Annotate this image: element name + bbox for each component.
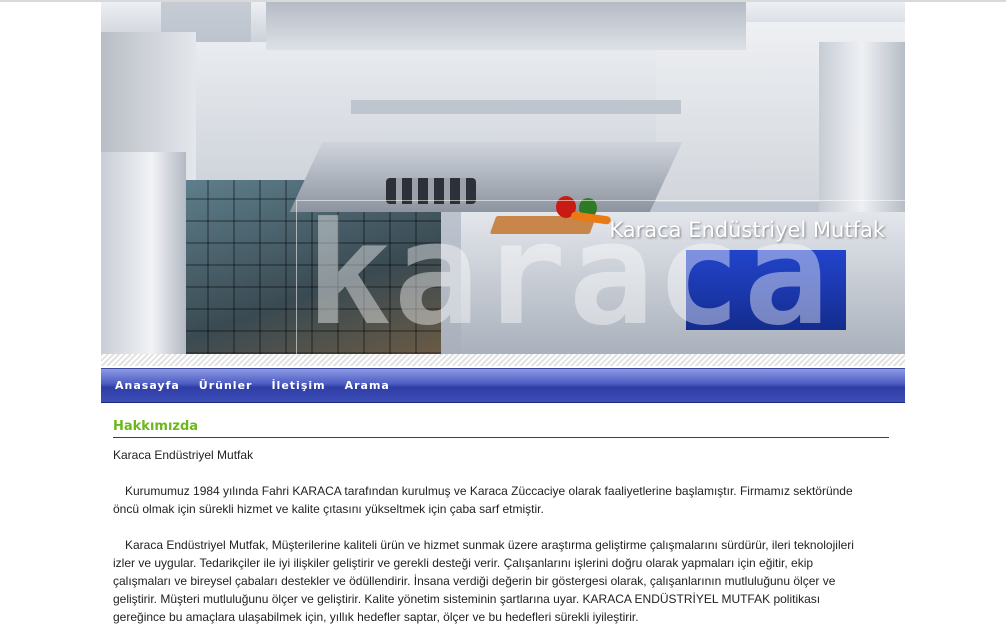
banner-shelf xyxy=(351,100,681,114)
about-paragraph-heading: Karaca Endüstriyel Mutfak xyxy=(113,448,254,462)
page-container: karaca Karaca Endüstriyel Mutfak Anasayf… xyxy=(101,2,905,624)
nav-item-iletisim: İletişim xyxy=(271,379,344,392)
nav-link-anasayfa[interactable]: Anasayfa xyxy=(115,379,180,392)
nav-list: Anasayfa Ürünler İletişim Arama xyxy=(101,369,905,402)
about-paragraph-history-text: Kurumumuz 1984 yılında Fahri KARACA tara… xyxy=(113,484,853,516)
nav-link-urunler[interactable]: Ürünler xyxy=(199,379,253,392)
company-title: Karaca Endüstriyel Mutfak xyxy=(609,218,885,242)
nav-link-arama[interactable]: Arama xyxy=(345,379,390,392)
about-paragraph-history: Kurumumuz 1984 yılında Fahri KARACA tara… xyxy=(113,482,873,518)
nav-item-arama: Arama xyxy=(345,379,409,392)
main-navigation: Anasayfa Ürünler İletişim Arama xyxy=(101,368,905,403)
section-title: Hakkımızda xyxy=(113,419,889,438)
banner-counter-left xyxy=(101,152,186,354)
about-paragraph-policy-text: Karaca Endüstriyel Mutfak, Müşterilerine… xyxy=(113,538,854,624)
header-banner: karaca Karaca Endüstriyel Mutfak xyxy=(101,2,905,354)
nav-item-anasayfa: Anasayfa xyxy=(115,379,199,392)
nav-item-urunler: Ürünler xyxy=(199,379,272,392)
nav-link-iletisim[interactable]: İletişim xyxy=(271,379,325,392)
banner-extractor-hood xyxy=(266,2,746,50)
main-content: Hakkımızda Karaca Endüstriyel Mutfak Kur… xyxy=(101,403,905,624)
about-paragraph-policy: Karaca Endüstriyel Mutfak, Müşterilerine… xyxy=(113,536,873,626)
header-stripe-divider xyxy=(101,354,905,366)
about-text: Karaca Endüstriyel Mutfak Kurumumuz 1984… xyxy=(113,446,873,644)
